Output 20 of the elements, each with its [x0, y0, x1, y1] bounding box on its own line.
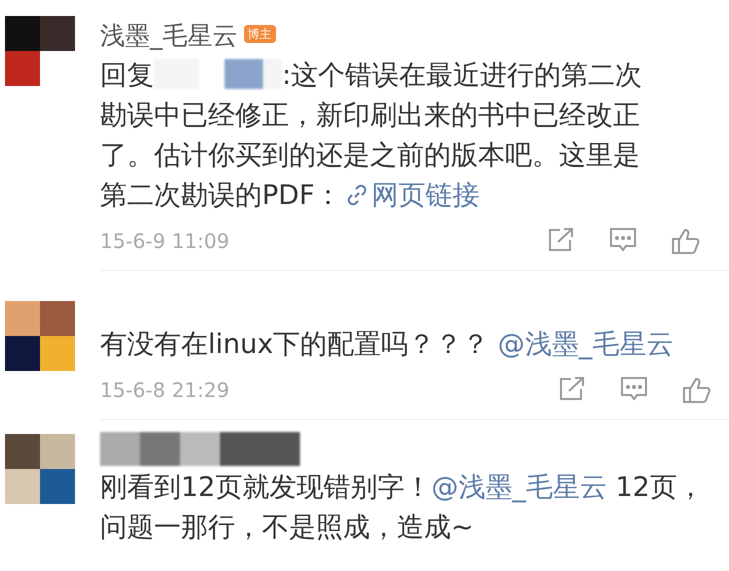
comment-icon[interactable] [620, 376, 648, 402]
like-icon[interactable] [682, 376, 712, 404]
avatar [5, 16, 75, 86]
avatar [5, 301, 75, 371]
comment-icon[interactable] [609, 227, 637, 253]
comment-time: 15-6-9 11:09 [100, 228, 230, 255]
comment-text: 刚看到12页就发现错别字！@浅墨_毛星云 12页，问题一那行，不是照成，造成~ [100, 471, 705, 545]
author-badge: 博主 [244, 25, 276, 43]
comment-text: 回复 :这个错误在最近进行的第二次勘误中已经修正，新印刷出来的书中已经改正了。估计你买到的还是之前的版本吧。这里是第二次勘误的PDF： 网页链接 [100, 58, 644, 213]
web-link[interactable]: 网页链接 [342, 180, 480, 211]
share-icon[interactable] [547, 227, 575, 253]
avatar [5, 434, 75, 504]
link-icon [346, 184, 368, 206]
share-icon[interactable] [558, 376, 586, 402]
author-name[interactable]: 浅墨_毛星云 [100, 16, 238, 56]
like-icon[interactable] [671, 227, 701, 255]
comment-text: 有没有在linux下的配置吗？？？ @浅墨_毛星云 [100, 328, 674, 362]
user-mention[interactable]: @浅墨_毛星云 [431, 472, 607, 503]
user-mention[interactable]: @浅墨_毛星云 [498, 329, 674, 360]
comment-time: 15-6-8 21:29 [100, 377, 230, 404]
